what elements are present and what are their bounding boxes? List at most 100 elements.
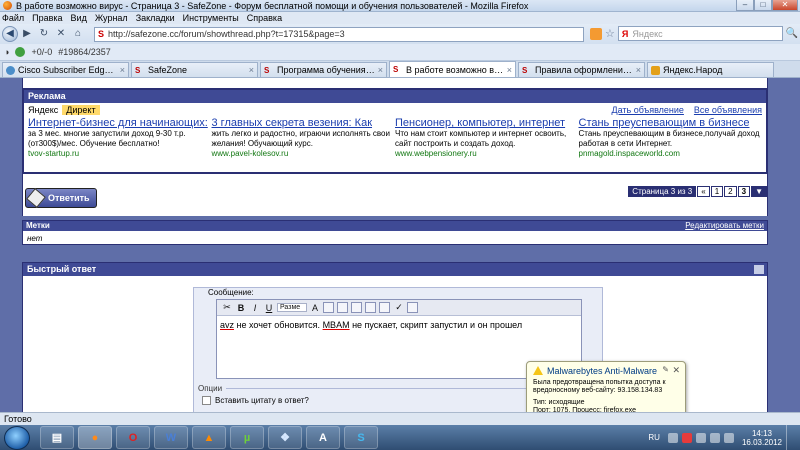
tab-close-icon[interactable]: ×: [636, 65, 641, 75]
tab-close-icon[interactable]: ×: [507, 65, 512, 75]
direct-label[interactable]: Директ: [62, 105, 100, 115]
pager-page-1[interactable]: 1: [710, 186, 724, 197]
ad-url-link[interactable]: www.webpensionery.ru: [395, 149, 577, 158]
tab-yandex-narod[interactable]: Яндекс.Народ: [647, 62, 774, 77]
taskbar-word-icon[interactable]: W: [154, 426, 188, 449]
stop-icon[interactable]: ✕: [54, 27, 68, 41]
code-icon[interactable]: [379, 302, 390, 313]
menu-file[interactable]: Файл: [2, 13, 24, 23]
pin-icon[interactable]: ✎: [662, 365, 669, 374]
menu-history[interactable]: Журнал: [95, 13, 128, 23]
wot-icon[interactable]: [15, 47, 26, 57]
ad-title-link[interactable]: 3 главных секрета везения: Как: [212, 117, 394, 129]
search-input[interactable]: Я Яндекс: [617, 26, 783, 41]
undo-icon[interactable]: [407, 302, 418, 313]
back-button[interactable]: ◀: [2, 26, 18, 42]
ad-item: 3 главных секрета везения: Как жить легк…: [212, 117, 394, 158]
quote-icon[interactable]: [365, 302, 376, 313]
menu-view[interactable]: Вид: [71, 13, 87, 23]
underline-button[interactable]: U: [263, 303, 275, 313]
all-ads-link[interactable]: Все объявления: [694, 105, 762, 115]
quote-label: Вставить цитату в ответ?: [215, 396, 309, 405]
ad-url-link[interactable]: tvov-startup.ru: [28, 149, 210, 158]
yandex-label[interactable]: Яндекс: [28, 105, 58, 115]
edit-tags-link[interactable]: Редактировать метки: [685, 221, 764, 231]
smiley-icon[interactable]: [323, 302, 334, 313]
reply-row: Ответить Страница 3 из 3 « 1 2 3 ▼: [22, 174, 768, 216]
font-color-icon[interactable]: A: [309, 303, 321, 313]
tab-rules[interactable]: S Правила оформления запро... ×: [518, 62, 645, 77]
menu-tools[interactable]: Инструменты: [183, 13, 239, 23]
tray-arrow-icon[interactable]: [667, 432, 678, 443]
toolbar-back-icon[interactable]: ◑: [4, 47, 9, 57]
malwarebytes-tray-icon[interactable]: [681, 432, 692, 443]
title-bar: В работе возможно вирус - Страница 3 - S…: [0, 0, 800, 12]
link-icon[interactable]: [337, 302, 348, 313]
tab-close-icon[interactable]: ×: [378, 65, 383, 75]
bold-button[interactable]: B: [235, 303, 247, 313]
minimize-button[interactable]: –: [736, 0, 754, 11]
tab-cisco[interactable]: Cisco Subscriber Edge Service... ×: [2, 62, 129, 77]
remove-format-icon[interactable]: ✂: [221, 302, 233, 313]
show-desktop-button[interactable]: [786, 425, 796, 450]
image-icon[interactable]: [351, 302, 362, 313]
collapse-icon[interactable]: [754, 265, 764, 274]
tab-program[interactable]: S Программа обучения по "л... ×: [260, 62, 387, 77]
give-ad-link[interactable]: Дать объявление: [612, 105, 684, 115]
italic-button[interactable]: I: [249, 303, 261, 313]
status-bar: Готово: [0, 412, 800, 425]
tab-safezone[interactable]: S SafeZone ×: [131, 62, 258, 77]
menu-help[interactable]: Справка: [247, 13, 282, 23]
flag-icon[interactable]: [695, 432, 706, 443]
network-icon[interactable]: [709, 432, 720, 443]
language-indicator[interactable]: RU: [648, 433, 660, 442]
cisco-icon: [6, 65, 15, 75]
notification-line2: Тип: исходящие: [533, 399, 585, 406]
taskbar-vlc-icon[interactable]: ▲: [192, 426, 226, 449]
ad-title-link[interactable]: Стань преуспевающим в бизнесе: [579, 117, 761, 129]
ad-url-link[interactable]: www.pavel-kolesov.ru: [212, 149, 394, 158]
ad-title-link[interactable]: Пенсионер, компьютер, интернет: [395, 117, 577, 129]
reply-button[interactable]: Ответить: [25, 188, 97, 208]
yandex-search-icon: Я: [621, 28, 629, 39]
tags-box: Метки Редактировать метки нет: [22, 220, 768, 245]
search-go-icon[interactable]: 🔍: [786, 28, 798, 39]
spellcheck-icon[interactable]: ✓: [393, 302, 405, 313]
clock[interactable]: 14:13 16.03.2012: [742, 429, 782, 447]
url-bar[interactable]: S http://safezone.cc/forum/showthread.ph…: [94, 26, 584, 42]
quote-option[interactable]: Вставить цитату в ответ?: [202, 396, 309, 405]
home-icon[interactable]: ⌂: [71, 27, 85, 41]
ad-title-link[interactable]: Интернет-бизнес для начинающих:: [28, 117, 210, 129]
quote-checkbox[interactable]: [202, 396, 211, 405]
pager-first[interactable]: «: [697, 186, 710, 197]
tab-close-icon[interactable]: ×: [120, 65, 125, 75]
close-button[interactable]: ✕: [772, 0, 798, 11]
rank-id: #19864/2357: [58, 47, 111, 57]
menu-bookmarks[interactable]: Закладки: [136, 13, 175, 23]
taskbar-skype-icon[interactable]: S: [344, 426, 378, 449]
taskbar-a-icon[interactable]: A: [306, 426, 340, 449]
taskbar-opera-icon[interactable]: O: [116, 426, 150, 449]
volume-icon[interactable]: [723, 432, 734, 443]
taskbar-app-icon[interactable]: ❖: [268, 426, 302, 449]
menu-edit[interactable]: Правка: [32, 13, 62, 23]
maximize-button[interactable]: □: [754, 0, 772, 11]
notification-close-icon[interactable]: ✕: [672, 365, 680, 376]
font-size-select[interactable]: Разме: [277, 303, 307, 312]
tab-virus-thread[interactable]: S В работе возможно вирус ... ×: [389, 61, 516, 77]
message-text[interactable]: avz не хочет обновится. MBAM не пускает,…: [217, 316, 581, 334]
rss-icon[interactable]: [590, 27, 602, 40]
tab-close-icon[interactable]: ×: [249, 65, 254, 75]
reload-icon[interactable]: ↻: [37, 27, 51, 41]
taskbar-firefox-icon[interactable]: ●: [78, 426, 112, 449]
forward-button[interactable]: ▶: [20, 27, 34, 41]
taskbar-explorer-icon[interactable]: ▤: [40, 426, 74, 449]
pager-page-2[interactable]: 2: [724, 186, 737, 197]
start-button[interactable]: [4, 425, 30, 450]
system-tray: RU 14:13 16.03.2012: [648, 425, 800, 450]
ad-url-link[interactable]: pnmagold.inspaceworld.com: [579, 149, 761, 158]
notification-line1: Была предотвращена попытка доступа к вре…: [533, 379, 666, 394]
pager-menu-icon[interactable]: ▼: [751, 186, 767, 197]
bookmark-star-icon[interactable]: ☆: [605, 27, 615, 40]
taskbar-utorrent-icon[interactable]: µ: [230, 426, 264, 449]
